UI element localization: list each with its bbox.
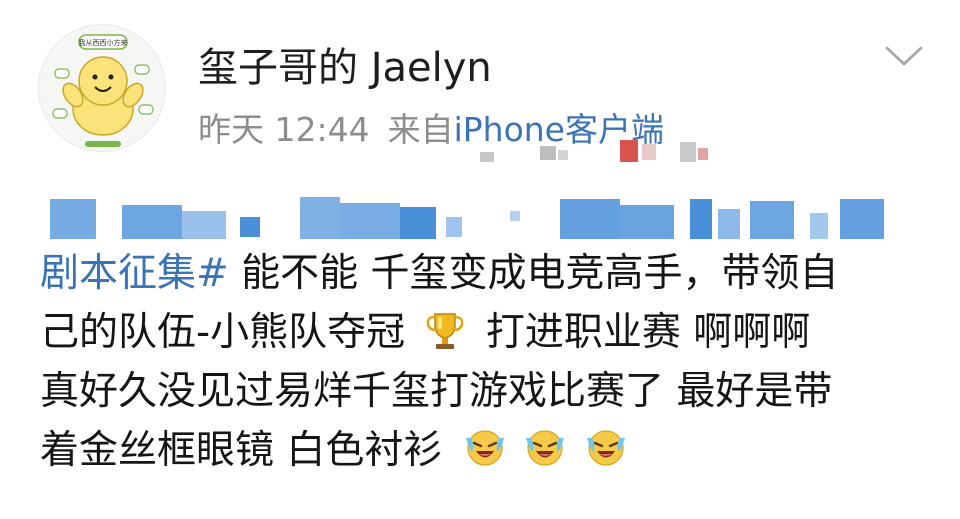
post-text-line-4: 着金丝框眼镜 白色衬衫 xyxy=(40,428,455,473)
user-avatar[interactable]: 我从西西小方来 xyxy=(38,24,166,152)
emoji-group xyxy=(461,421,630,480)
avatar-caption: 我从西西小方来 xyxy=(79,38,128,47)
post-line-1: 剧本征集# 能不能 千玺变成电竞高手，带领自 xyxy=(40,244,920,303)
laughing-crying-emoji-icon xyxy=(463,426,507,470)
post-line-4: 着金丝框眼镜 白色衬衫 xyxy=(40,421,920,480)
censor-mosaic-row xyxy=(50,197,884,239)
post-text-line-2b: 打进职业赛 啊啊啊 xyxy=(473,310,811,355)
source-prefix: 来自 xyxy=(387,110,454,149)
post-text-line-1: 能不能 千玺变成电竞高手，带领自 xyxy=(228,251,839,296)
cartoon-avatar-image: 我从西西小方来 xyxy=(52,34,154,147)
post-time: 昨天 12:44 xyxy=(198,110,370,149)
post-line-2: 己的队伍-小熊队夺冠 打进职业赛 啊啊啊 xyxy=(40,303,920,362)
post-text-line-3: 真好久没见过易烊千玺打游戏比赛了 最好是带 xyxy=(40,369,833,414)
trophy-emoji-icon xyxy=(423,308,467,352)
username[interactable]: 玺子哥的 Jaelyn xyxy=(198,42,492,94)
post-line-3: 真好久没见过易烊千玺打游戏比赛了 最好是带 xyxy=(40,362,920,421)
laughing-crying-emoji-icon xyxy=(523,426,567,470)
censor-mosaic-top xyxy=(480,140,708,162)
hashtag-link[interactable]: 剧本征集# xyxy=(40,251,229,296)
post-body: 剧本征集# 能不能 千玺变成电竞高手，带领自 己的队伍-小熊队夺冠 打进职业赛 … xyxy=(40,244,920,480)
laughing-crying-emoji-icon xyxy=(584,426,628,470)
post-text-line-2: 己的队伍-小熊队夺冠 xyxy=(40,310,418,355)
chevron-down-icon[interactable] xyxy=(884,44,924,70)
